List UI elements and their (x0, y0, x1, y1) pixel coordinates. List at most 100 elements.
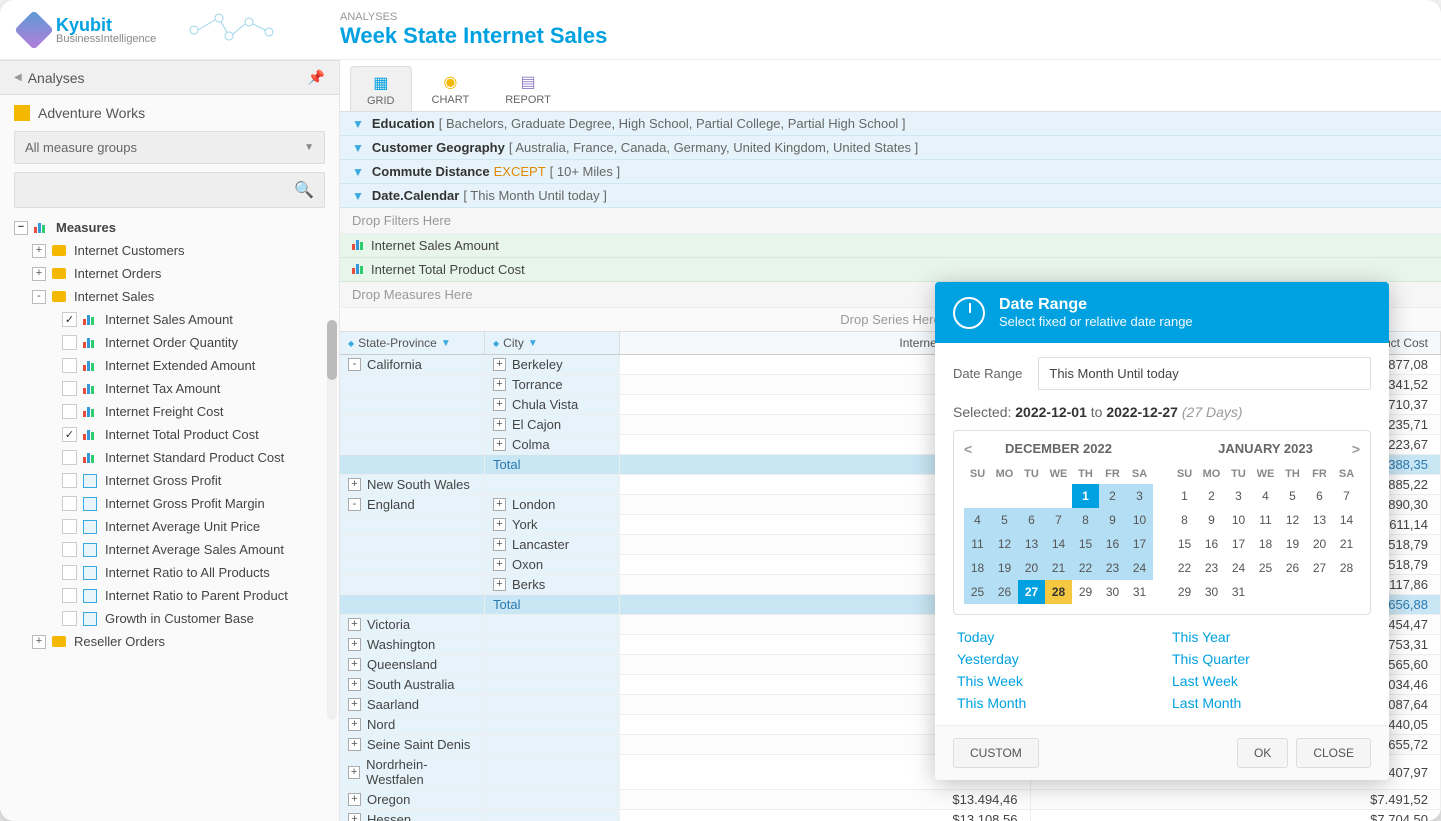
expand-icon[interactable]: + (493, 398, 506, 411)
calendar-day[interactable]: 8 (1171, 508, 1198, 532)
preset-link[interactable]: Today (957, 629, 1152, 645)
expand-icon[interactable]: + (493, 538, 506, 551)
tab-grid[interactable]: ▦GRID (350, 66, 412, 111)
tree-item[interactable]: Internet Average Sales Amount (14, 538, 335, 561)
next-month-button[interactable]: > (1352, 441, 1360, 457)
calendar-day[interactable]: 2 (1198, 484, 1225, 508)
calendar-day[interactable]: 8 (1072, 508, 1099, 532)
expand-icon[interactable]: + (348, 718, 361, 731)
expand-icon[interactable]: - (348, 358, 361, 371)
tree-item[interactable]: Internet Total Product Cost (14, 423, 335, 446)
tree-item[interactable]: Internet Sales Amount (14, 308, 335, 331)
calendar-day[interactable]: 20 (1018, 556, 1045, 580)
expand-icon[interactable]: + (348, 478, 361, 491)
calendar-day[interactable]: 2 (1099, 484, 1126, 508)
sort-icon[interactable]: ▼ (528, 338, 538, 349)
checkbox[interactable] (62, 450, 77, 465)
calendar-day[interactable]: 25 (964, 580, 991, 604)
calendar-day[interactable]: 15 (1072, 532, 1099, 556)
search-input[interactable]: 🔍 (14, 172, 325, 208)
prev-month-button[interactable]: < (964, 441, 972, 457)
calendar-day[interactable]: 6 (1018, 508, 1045, 532)
tree-item[interactable]: Internet Order Quantity (14, 331, 335, 354)
expand-icon[interactable]: + (493, 438, 506, 451)
calendar-day[interactable]: 17 (1225, 532, 1252, 556)
measure-group-select[interactable]: All measure groups ▼ (14, 131, 325, 164)
date-range-input[interactable]: This Month Until today (1038, 357, 1371, 390)
filter-row[interactable]: ▼Date.Calendar [ This Month Until today … (340, 184, 1441, 208)
collapse-icon[interactable]: − (14, 221, 28, 235)
preset-link[interactable]: Last Month (1172, 695, 1367, 711)
calendar-day[interactable]: 25 (1252, 556, 1279, 580)
calendar-day[interactable]: 14 (1045, 532, 1072, 556)
calendar-day[interactable]: 11 (964, 532, 991, 556)
calendar-day[interactable]: 16 (1099, 532, 1126, 556)
table-row[interactable]: +Hessen$13.108,56$7.704,50 (340, 810, 1441, 821)
calendar-day[interactable]: 23 (1198, 556, 1225, 580)
ok-button[interactable]: OK (1237, 738, 1288, 768)
tree-folder[interactable]: +Reseller Orders (14, 630, 335, 653)
tree-item[interactable]: Internet Ratio to Parent Product (14, 584, 335, 607)
expand-icon[interactable]: + (493, 558, 506, 571)
calendar-day[interactable]: 30 (1099, 580, 1126, 604)
filter-row[interactable]: ▼Education [ Bachelors, Graduate Degree,… (340, 112, 1441, 136)
drop-filters[interactable]: Drop Filters Here (340, 208, 1441, 234)
preset-link[interactable]: Last Week (1172, 673, 1367, 689)
calendar-day[interactable]: 17 (1126, 532, 1153, 556)
expand-icon[interactable]: + (493, 518, 506, 531)
filter-row[interactable]: ▼Commute Distance EXCEPT[ 10+ Miles ] (340, 160, 1441, 184)
calendar-day[interactable]: 11 (1252, 508, 1279, 532)
expand-icon[interactable]: - (32, 290, 46, 304)
calendar-day[interactable]: 23 (1099, 556, 1126, 580)
checkbox[interactable] (62, 565, 77, 580)
custom-button[interactable]: CUSTOM (953, 738, 1039, 768)
calendar-day[interactable]: 29 (1171, 580, 1198, 604)
tree-folder[interactable]: +Internet Customers (14, 239, 335, 262)
expand-icon[interactable]: + (348, 678, 361, 691)
calendar-day[interactable]: 19 (1279, 532, 1306, 556)
pin-icon[interactable]: 📌 (308, 69, 325, 86)
calendar-day[interactable]: 28 (1333, 556, 1360, 580)
expand-icon[interactable]: + (32, 267, 46, 281)
preset-link[interactable]: Yesterday (957, 651, 1152, 667)
calendar-day[interactable]: 10 (1126, 508, 1153, 532)
calendar-day[interactable]: 5 (1279, 484, 1306, 508)
checkbox[interactable] (62, 611, 77, 626)
checkbox[interactable] (62, 312, 77, 327)
preset-link[interactable]: This Quarter (1172, 651, 1367, 667)
tree-folder[interactable]: -Internet Sales (14, 285, 335, 308)
measure-pill[interactable]: Internet Total Product Cost (340, 258, 1441, 282)
calendar-day[interactable]: 3 (1126, 484, 1153, 508)
preset-link[interactable]: This Month (957, 695, 1152, 711)
tree-item[interactable]: Internet Average Unit Price (14, 515, 335, 538)
checkbox[interactable] (62, 381, 77, 396)
expand-icon[interactable]: - (348, 498, 361, 511)
expand-icon[interactable]: + (493, 578, 506, 591)
calendar-day[interactable]: 12 (1279, 508, 1306, 532)
calendar-day[interactable]: 24 (1126, 556, 1153, 580)
calendar-day[interactable]: 27 (1306, 556, 1333, 580)
checkbox[interactable] (62, 427, 77, 442)
col-city-header[interactable]: ◆ City ▼ (485, 332, 620, 354)
calendar-day[interactable]: 3 (1225, 484, 1252, 508)
expand-icon[interactable]: + (348, 698, 361, 711)
checkbox[interactable] (62, 335, 77, 350)
tree-item[interactable]: Internet Standard Product Cost (14, 446, 335, 469)
measure-pill[interactable]: Internet Sales Amount (340, 234, 1441, 258)
tree-item[interactable]: Internet Tax Amount (14, 377, 335, 400)
checkbox[interactable] (62, 496, 77, 511)
expand-icon[interactable]: + (493, 418, 506, 431)
calendar-day[interactable]: 5 (991, 508, 1018, 532)
expand-icon[interactable]: + (493, 358, 506, 371)
calendar-day[interactable]: 7 (1045, 508, 1072, 532)
checkbox[interactable] (62, 542, 77, 557)
calendar-day[interactable]: 18 (964, 556, 991, 580)
cube-row[interactable]: Adventure Works (0, 95, 339, 131)
expand-icon[interactable]: + (493, 378, 506, 391)
tree-item[interactable]: Growth in Customer Base (14, 607, 335, 630)
calendar-day[interactable]: 27 (1018, 580, 1045, 604)
calendar-day[interactable]: 1 (1171, 484, 1198, 508)
breadcrumb[interactable]: ANALYSES (340, 11, 607, 23)
calendar-day[interactable]: 24 (1225, 556, 1252, 580)
tree-item[interactable]: Internet Gross Profit (14, 469, 335, 492)
